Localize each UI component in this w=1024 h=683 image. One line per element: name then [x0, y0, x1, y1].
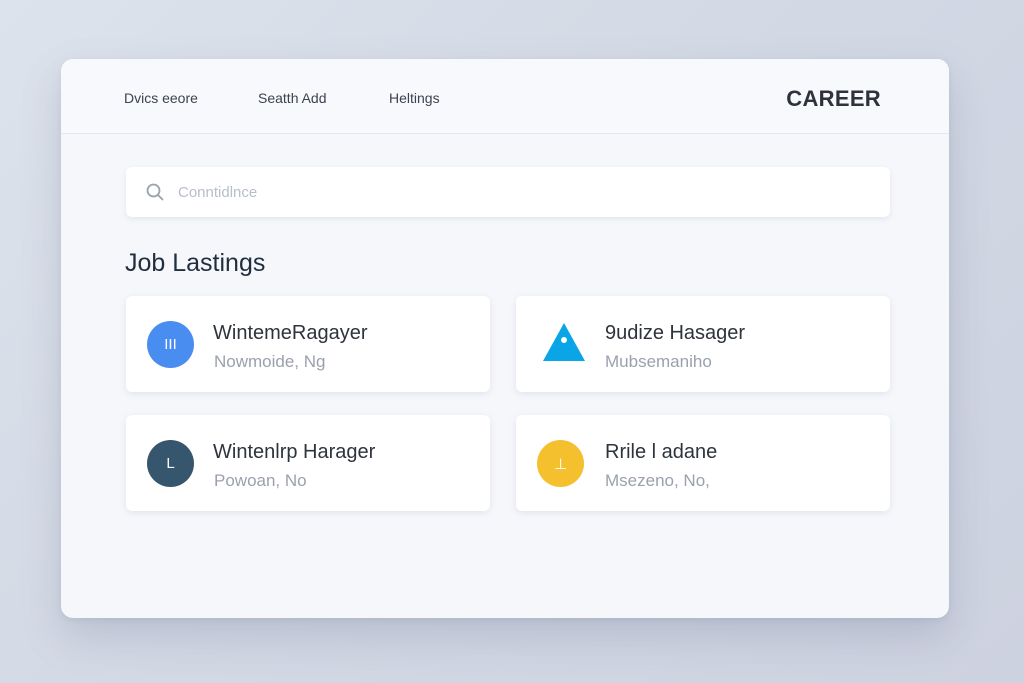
company-logo-icon: III [147, 321, 194, 368]
job-title: Rrile l adane [605, 441, 718, 463]
job-card[interactable]: III WintemeRagayer Nowmoide, Ng [126, 296, 490, 392]
job-card[interactable]: L Wintenlrp Harager Powoan, No [126, 415, 490, 511]
nav-item-1[interactable]: Dvics eeore [124, 90, 198, 106]
search-bar [126, 167, 890, 217]
app-window: Dvics eeore Seatth Add Heltings CAREER J… [61, 59, 949, 618]
company-logo-icon: ⊥ [537, 440, 584, 487]
nav-item-2[interactable]: Seatth Add [258, 90, 327, 106]
section-title: Job Lastings [125, 249, 266, 277]
job-title: WintemeRagayer [213, 322, 368, 344]
job-card[interactable]: 9udize Hasager Mubsemaniho [516, 296, 890, 392]
triangle-logo-icon [542, 322, 586, 362]
top-navigation-bar: Dvics eeore Seatth Add Heltings CAREER [61, 59, 949, 134]
job-location: Msezeno, No, [605, 471, 710, 490]
brand-logo[interactable]: CAREER [786, 86, 881, 112]
company-logo-text: ⊥ [553, 455, 568, 473]
job-location: Nowmoide, Ng [214, 352, 326, 371]
company-logo-text: L [166, 455, 175, 472]
search-icon[interactable] [146, 183, 164, 201]
job-location: Mubsemaniho [605, 352, 712, 371]
company-logo-icon: L [147, 440, 194, 487]
job-location: Powoan, No [214, 471, 307, 490]
company-logo-text: III [164, 336, 177, 353]
job-title: 9udize Hasager [605, 322, 746, 344]
nav-item-3[interactable]: Heltings [389, 90, 440, 106]
job-card[interactable]: ⊥ Rrile l adane Msezeno, No, [516, 415, 890, 511]
search-input[interactable] [178, 167, 868, 217]
job-title: Wintenlrp Harager [213, 441, 376, 463]
